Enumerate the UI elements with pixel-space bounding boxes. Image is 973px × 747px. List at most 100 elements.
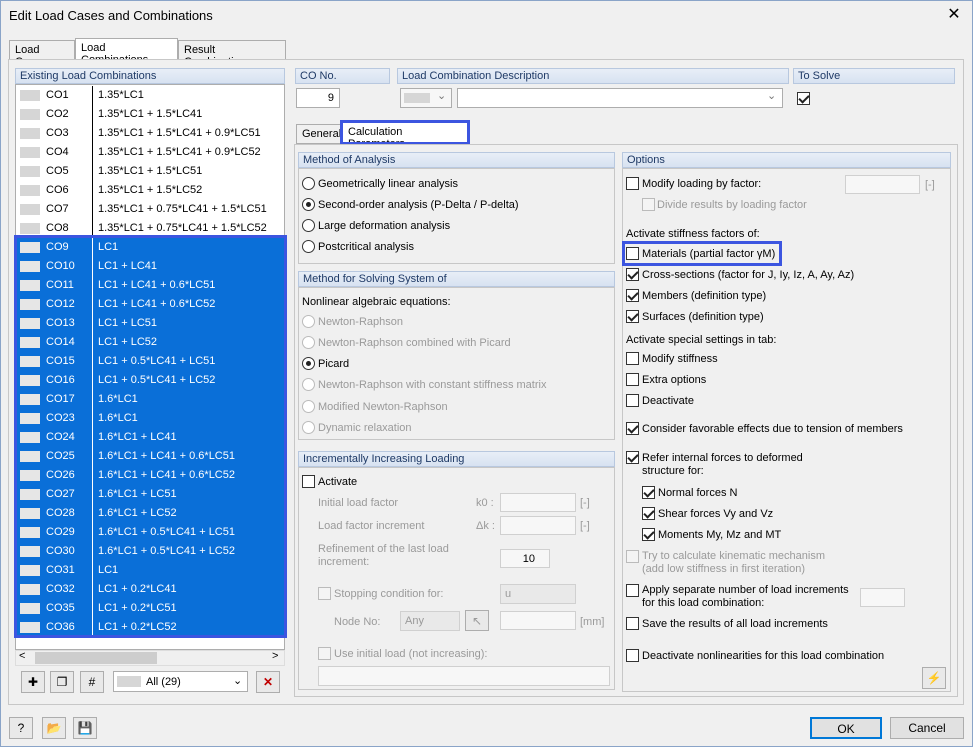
list-item[interactable]: CO25 1.6*LC1 + LC41 + 0.6*LC51 bbox=[16, 447, 284, 466]
radio-dynamic-relaxation[interactable] bbox=[302, 421, 315, 434]
list-item[interactable]: CO9 LC1 bbox=[16, 238, 284, 257]
list-item[interactable]: CO26 1.6*LC1 + LC41 + 0.6*LC52 bbox=[16, 466, 284, 485]
co-no-field[interactable]: 9 bbox=[296, 88, 340, 108]
open-icon[interactable]: 📂 bbox=[42, 717, 66, 739]
list-item[interactable]: CO32 LC1 + 0.2*LC41 bbox=[16, 580, 284, 599]
list-item[interactable]: CO3 1.35*LC1 + 1.5*LC41 + 0.9*LC51 bbox=[16, 124, 284, 143]
to-solve-checkbox[interactable] bbox=[797, 92, 810, 105]
list-item[interactable]: CO36 LC1 + 0.2*LC52 bbox=[16, 618, 284, 637]
stopping-checkbox[interactable] bbox=[318, 587, 331, 600]
list-item[interactable]: CO10 LC1 + LC41 bbox=[16, 257, 284, 276]
list-item[interactable]: CO30 1.6*LC1 + 0.5*LC41 + LC52 bbox=[16, 542, 284, 561]
list-item[interactable]: CO35 LC1 + 0.2*LC51 bbox=[16, 599, 284, 618]
radio-newton-raphson[interactable] bbox=[302, 315, 315, 328]
scroll-right-icon[interactable]: > bbox=[272, 650, 278, 662]
renumber-icon[interactable]: # bbox=[80, 671, 104, 693]
cancel-button[interactable]: Cancel bbox=[890, 717, 964, 739]
settings-icon[interactable]: ⚡ bbox=[922, 667, 946, 689]
modify-loading-checkbox[interactable] bbox=[626, 177, 639, 190]
color-swatch bbox=[20, 413, 40, 424]
factor-increment-field[interactable] bbox=[500, 516, 576, 535]
refinement-field[interactable]: 10 bbox=[500, 549, 550, 568]
radio-nr-picard[interactable] bbox=[302, 336, 315, 349]
copy-combination-icon[interactable]: ❐ bbox=[50, 671, 74, 693]
initial-factor-field[interactable] bbox=[500, 493, 576, 512]
refer-forces-checkbox[interactable] bbox=[626, 451, 639, 464]
column-divider bbox=[92, 428, 93, 447]
scroll-left-icon[interactable]: < bbox=[19, 650, 25, 662]
radio-label: Newton-Raphson combined with Picard bbox=[318, 337, 511, 349]
radio-modified-nr[interactable] bbox=[302, 400, 315, 413]
save-icon[interactable]: 💾 bbox=[73, 717, 97, 739]
list-item[interactable]: CO29 1.6*LC1 + 0.5*LC41 + LC51 bbox=[16, 523, 284, 542]
tab-calculation-parameters[interactable]: Calculation Parameters bbox=[342, 122, 468, 150]
list-item[interactable]: CO13 LC1 + LC51 bbox=[16, 314, 284, 333]
list-item[interactable]: CO15 LC1 + 0.5*LC41 + LC51 bbox=[16, 352, 284, 371]
list-item[interactable]: CO14 LC1 + LC52 bbox=[16, 333, 284, 352]
column-divider bbox=[92, 181, 93, 200]
initial-load-select[interactable] bbox=[318, 666, 610, 686]
surfaces-checkbox[interactable] bbox=[626, 310, 639, 323]
list-item[interactable]: CO5 1.35*LC1 + 1.5*LC51 bbox=[16, 162, 284, 181]
separate-increments-checkbox[interactable] bbox=[626, 584, 639, 597]
deactivate-checkbox[interactable] bbox=[626, 394, 639, 407]
radio-second-order[interactable] bbox=[302, 198, 315, 211]
save-results-checkbox[interactable] bbox=[626, 617, 639, 630]
node-select[interactable]: Any bbox=[400, 611, 460, 631]
new-combination-icon[interactable]: ✚ bbox=[21, 671, 45, 693]
ok-button[interactable]: OK bbox=[810, 717, 882, 739]
materials-checkbox[interactable] bbox=[626, 247, 639, 260]
radio-picard[interactable] bbox=[302, 357, 315, 370]
list-item[interactable]: CO8 1.35*LC1 + 0.75*LC41 + 1.5*LC52 bbox=[16, 219, 284, 238]
radio-nr-constant[interactable] bbox=[302, 378, 315, 391]
list-item[interactable]: CO28 1.6*LC1 + LC52 bbox=[16, 504, 284, 523]
list-item[interactable]: CO23 1.6*LC1 bbox=[16, 409, 284, 428]
activate-checkbox[interactable] bbox=[302, 475, 315, 488]
stopping-select[interactable]: u bbox=[500, 584, 576, 604]
members-checkbox[interactable] bbox=[626, 289, 639, 302]
pick-node-icon[interactable]: ↖ bbox=[465, 610, 489, 631]
tab-load-combinations[interactable]: Load Combinations bbox=[75, 38, 178, 66]
use-initial-checkbox[interactable] bbox=[318, 647, 331, 660]
list-item[interactable]: CO17 1.6*LC1 bbox=[16, 390, 284, 409]
modify-stiffness-label: Modify stiffness bbox=[642, 353, 718, 365]
tab-result-combinations[interactable]: Result Combinations bbox=[178, 40, 286, 68]
list-item[interactable]: CO16 LC1 + 0.5*LC41 + LC52 bbox=[16, 371, 284, 390]
list-item[interactable]: CO1 1.35*LC1 bbox=[16, 86, 284, 105]
combination-description: 1.6*LC1 + 0.5*LC41 + LC51 bbox=[98, 526, 235, 538]
tab-load-cases[interactable]: Load Cases bbox=[9, 40, 75, 68]
list-item[interactable]: CO27 1.6*LC1 + LC51 bbox=[16, 485, 284, 504]
list-item[interactable]: CO7 1.35*LC1 + 0.75*LC41 + 1.5*LC51 bbox=[16, 200, 284, 219]
list-item[interactable]: CO11 LC1 + LC41 + 0.6*LC51 bbox=[16, 276, 284, 295]
color-swatch bbox=[20, 299, 40, 310]
shear-forces-checkbox[interactable] bbox=[642, 507, 655, 520]
delete-icon[interactable]: ✕ bbox=[256, 671, 280, 693]
list-item[interactable]: CO4 1.35*LC1 + 1.5*LC41 + 0.9*LC52 bbox=[16, 143, 284, 162]
extra-options-checkbox[interactable] bbox=[626, 373, 639, 386]
column-divider bbox=[92, 86, 93, 105]
tab-general[interactable]: General bbox=[296, 124, 342, 144]
radio-geometrically-linear[interactable] bbox=[302, 177, 315, 190]
radio-postcritical[interactable] bbox=[302, 240, 315, 253]
list-item[interactable]: CO24 1.6*LC1 + LC41 bbox=[16, 428, 284, 447]
help-icon[interactable]: ? bbox=[9, 717, 33, 739]
kinematic-checkbox[interactable] bbox=[626, 550, 639, 563]
node-value-field[interactable] bbox=[500, 611, 576, 630]
cross-sections-checkbox[interactable] bbox=[626, 268, 639, 281]
list-item[interactable]: CO6 1.35*LC1 + 1.5*LC52 bbox=[16, 181, 284, 200]
deactivate-nonlin-checkbox[interactable] bbox=[626, 649, 639, 662]
loading-factor-field[interactable] bbox=[845, 175, 920, 194]
modify-stiffness-checkbox[interactable] bbox=[626, 352, 639, 365]
scroll-thumb[interactable] bbox=[35, 652, 157, 664]
favorable-effects-checkbox[interactable] bbox=[626, 422, 639, 435]
list-item[interactable]: CO12 LC1 + LC41 + 0.6*LC52 bbox=[16, 295, 284, 314]
description-field[interactable] bbox=[457, 88, 783, 108]
moments-checkbox[interactable] bbox=[642, 528, 655, 541]
list-item[interactable]: CO2 1.35*LC1 + 1.5*LC41 bbox=[16, 105, 284, 124]
divide-results-checkbox[interactable] bbox=[642, 198, 655, 211]
normal-forces-checkbox[interactable] bbox=[642, 486, 655, 499]
increments-field[interactable] bbox=[860, 588, 905, 607]
radio-large-deformation[interactable] bbox=[302, 219, 315, 232]
list-item[interactable]: CO31 LC1 bbox=[16, 561, 284, 580]
close-icon[interactable]: ✕ bbox=[944, 4, 964, 24]
